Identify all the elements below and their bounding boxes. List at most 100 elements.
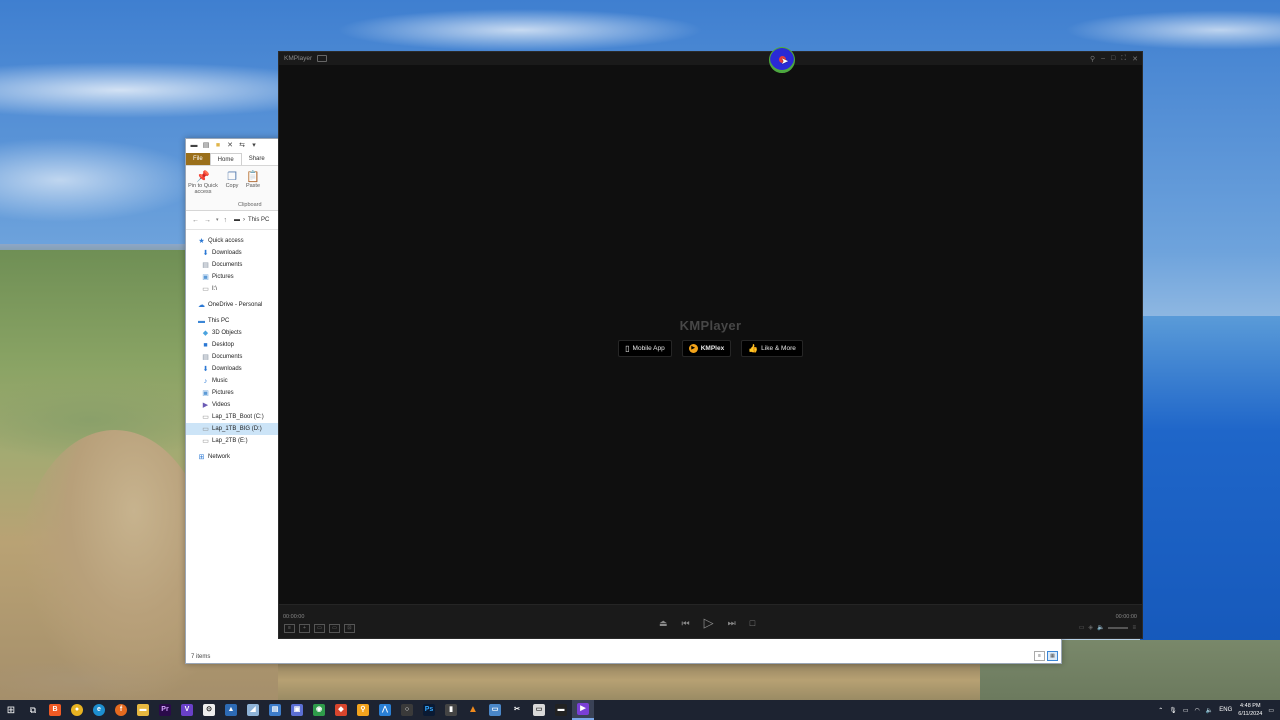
pin-icon[interactable]: ⚲ — [1090, 55, 1095, 63]
stop-icon[interactable]: □ — [750, 617, 755, 629]
forward-arrow-icon[interactable]: → — [204, 217, 211, 224]
app-icon-7[interactable]: ⚲ — [352, 700, 374, 720]
app-icon-14[interactable]: ▬ — [550, 700, 572, 720]
app-icon-11[interactable]: ▭ — [484, 700, 506, 720]
back-arrow-icon[interactable]: ← — [192, 217, 199, 224]
photoshop-icon[interactable]: Ps — [418, 700, 440, 720]
app-icon-4[interactable]: ▣ — [286, 700, 308, 720]
terminal-icon[interactable]: ⊙ — [198, 700, 220, 720]
3d-icon[interactable]: ◈ — [1088, 624, 1093, 631]
app-icon-5[interactable]: ◉ — [308, 700, 330, 720]
recent-dropdown-icon[interactable]: ▾ — [216, 217, 219, 223]
eject-icon[interactable]: ⏏ — [659, 617, 668, 629]
nav-downloads[interactable]: ⬇ Downloads — [186, 247, 279, 259]
nav-onedrive[interactable]: ☁ OneDrive - Personal — [186, 299, 279, 311]
minimize-icon[interactable]: – — [1101, 55, 1105, 62]
nav-documents[interactable]: ▤ Documents — [186, 259, 279, 271]
nav-drive-d[interactable]: ▭ Lap_1TB_BIG (D:) — [186, 423, 279, 435]
premiere-icon[interactable]: Pr — [154, 700, 176, 720]
kmplayer-icon[interactable]: ▶ — [572, 700, 594, 720]
app-icon-9[interactable]: ○ — [396, 700, 418, 720]
visual-studio-icon[interactable]: V — [176, 700, 198, 720]
nav-videos[interactable]: ▶ Videos — [186, 399, 279, 411]
nav-i-drive[interactable]: ▭ I:\ — [186, 283, 279, 295]
file-explorer-icon[interactable]: ▬ — [132, 700, 154, 720]
task-view-icon[interactable]: ⧉ — [22, 700, 44, 720]
vr-icon[interactable]: ⊡ — [344, 624, 355, 633]
kmplayer-logo: KMPlayer — [679, 318, 742, 333]
kmplayer-title-bar[interactable]: KMPlayer ⚲ – □ ⛶ ✕ — [279, 52, 1142, 65]
tab-home[interactable]: Home — [209, 152, 242, 166]
kmplex-button[interactable]: ▶ KMPlex — [681, 340, 732, 357]
edge-icon[interactable]: e — [88, 700, 110, 720]
nav-drive-e[interactable]: ▭ Lap_2TB (E:) — [186, 435, 279, 447]
previous-icon[interactable]: ⏮ — [682, 617, 690, 629]
app-icon-2[interactable]: ◢ — [242, 700, 264, 720]
delete-icon[interactable]: ✕ — [226, 142, 234, 150]
language-indicator[interactable]: ENG — [1219, 707, 1232, 713]
new-folder-icon[interactable]: ■ — [214, 142, 222, 150]
app-icon-8[interactable]: ⋀ — [374, 700, 396, 720]
app-icon[interactable]: ▲ — [220, 700, 242, 720]
paste-button[interactable]: 📋 Paste — [238, 170, 268, 189]
like-more-button[interactable]: 👍 Like & More — [741, 340, 803, 357]
next-icon[interactable]: ⏭ — [728, 617, 736, 629]
properties-icon[interactable]: ▤ — [202, 142, 210, 150]
playlist-icon[interactable]: ≡ — [284, 624, 295, 633]
subtitle-badge-icon[interactable] — [317, 55, 328, 62]
address-bar[interactable]: ▬ › This PC — [234, 217, 269, 223]
drive-icon[interactable]: ▬ — [190, 142, 198, 150]
details-view-icon[interactable]: ≡ — [1034, 651, 1045, 661]
settings-icon[interactable]: ▭ — [1079, 624, 1085, 631]
tab-share[interactable]: Share — [242, 153, 272, 165]
battery-icon[interactable]: ▭ — [1183, 707, 1189, 714]
clock[interactable]: 4:48 PM 6/11/2024 — [1238, 702, 1262, 718]
add-icon[interactable]: + — [299, 624, 310, 633]
mobile-app-button[interactable]: ▯ Mobile App — [618, 340, 672, 357]
nav-network[interactable]: ⊞ Network — [186, 451, 279, 463]
up-arrow-icon[interactable]: ↑ — [224, 217, 228, 224]
speaker-icon[interactable]: 🔈 — [1206, 707, 1213, 714]
play-icon[interactable]: ▷ — [704, 616, 714, 629]
rename-icon[interactable]: ⇆ — [238, 142, 246, 150]
nav-drive-c[interactable]: ▭ Lap_1TB_Boot (C:) — [186, 411, 279, 423]
firefox-icon[interactable]: f — [110, 700, 132, 720]
microphone-icon[interactable]: 🎙 — [1169, 707, 1177, 714]
volume-slider[interactable] — [1108, 626, 1129, 629]
tab-file[interactable]: File — [186, 153, 210, 165]
tray-chevron-icon[interactable]: ⌃ — [1158, 707, 1163, 714]
app-icon-13[interactable]: ▭ — [528, 700, 550, 720]
app-icon-12[interactable]: ✂ — [506, 700, 528, 720]
app-icon-10[interactable]: ▮ — [440, 700, 462, 720]
wifi-icon[interactable]: ◠ — [1195, 707, 1200, 714]
volume-icon[interactable]: 🔈 — [1097, 624, 1104, 631]
nav-downloads-pc[interactable]: ⬇ Downloads — [186, 363, 279, 375]
maximize-icon[interactable]: □ — [1111, 55, 1115, 62]
large-icons-view-icon[interactable]: ▦ — [1047, 651, 1058, 661]
close-icon[interactable]: ✕ — [1132, 55, 1138, 63]
nav-quick-access[interactable]: ★ Quick access — [186, 235, 279, 247]
kmplayer-window[interactable]: KMPlayer ⚲ – □ ⛶ ✕ KMPlayer ▯ Mobile App… — [278, 51, 1143, 639]
brave-icon[interactable]: B — [44, 700, 66, 720]
windows-start-icon[interactable]: ⊞ — [0, 700, 22, 720]
screen-icon[interactable]: ▭ — [329, 624, 340, 633]
nav-this-pc[interactable]: ▬ This PC — [186, 315, 279, 327]
nav-documents-pc[interactable]: ▤ Documents — [186, 351, 279, 363]
fullscreen-icon[interactable]: ⛶ — [1121, 55, 1126, 63]
nav-label: I:\ — [212, 286, 218, 292]
vlc-icon[interactable]: ▲ — [462, 700, 484, 720]
app-icon-3[interactable]: ▤ — [264, 700, 286, 720]
nav-label: 3D Objects — [212, 330, 242, 336]
notification-icon[interactable]: ▭ — [1268, 707, 1274, 714]
nav-3d-objects[interactable]: ◆ 3D Objects — [186, 327, 279, 339]
nav-music[interactable]: ♪ Music — [186, 375, 279, 387]
eq-icon[interactable]: ≡ — [1132, 625, 1136, 631]
customize-icon[interactable]: ▾ — [250, 142, 258, 150]
capture-icon[interactable]: ▭ — [314, 624, 325, 633]
pin-quick-access-button[interactable]: 📌 Pin to Quick access — [188, 170, 218, 195]
nav-pictures[interactable]: ▣ Pictures — [186, 271, 279, 283]
chrome-icon[interactable]: ● — [66, 700, 88, 720]
app-icon-6[interactable]: ◆ — [330, 700, 352, 720]
nav-pictures-pc[interactable]: ▣ Pictures — [186, 387, 279, 399]
nav-desktop[interactable]: ■ Desktop — [186, 339, 279, 351]
